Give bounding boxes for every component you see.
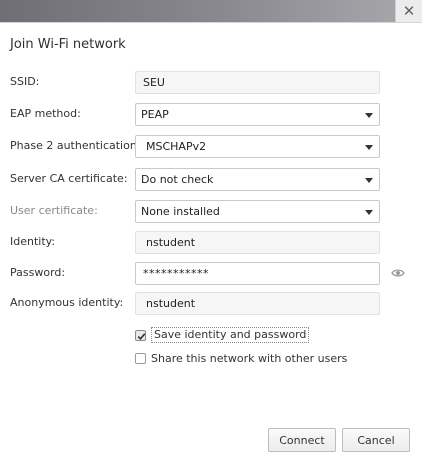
identity-input[interactable]: nstudent [135, 231, 380, 254]
identity-label: Identity: [10, 235, 56, 248]
dialog-title: Join Wi-Fi network [10, 37, 126, 52]
eap-method-select[interactable]: PEAP [135, 103, 380, 126]
phase2-auth-value: MSCHAPv2 [146, 140, 207, 153]
ssid-input[interactable]: SEU [135, 71, 380, 94]
user-cert-value: None installed [141, 205, 220, 218]
close-button[interactable]: ✕ [395, 0, 422, 22]
window-titlebar: ✕ [0, 0, 422, 23]
user-cert-label: User certificate: [10, 204, 98, 217]
password-input[interactable]: *********** [135, 262, 380, 285]
server-ca-label: Server CA certificate: [10, 172, 128, 185]
share-network-checkbox[interactable] [135, 352, 146, 364]
cancel-button[interactable]: Cancel [342, 428, 410, 452]
chevron-down-icon [365, 178, 373, 183]
chevron-down-icon [365, 145, 373, 150]
phase2-auth-select[interactable]: MSCHAPv2 [135, 135, 380, 158]
ssid-label: SSID: [10, 75, 40, 88]
chevron-down-icon [365, 113, 373, 118]
phase2-auth-label: Phase 2 authentication: [10, 139, 141, 152]
eap-method-value: PEAP [141, 108, 169, 121]
server-ca-value: Do not check [141, 173, 214, 186]
user-cert-select[interactable]: None installed [135, 200, 380, 223]
save-identity-checkbox[interactable] [135, 329, 146, 341]
share-network-checkbox-row[interactable]: Share this network with other users [135, 350, 347, 366]
anonymous-identity-input[interactable]: nstudent [135, 292, 380, 315]
share-network-label: Share this network with other users [151, 351, 348, 365]
close-icon: ✕ [402, 1, 416, 20]
save-identity-label: Save identity and password [151, 327, 310, 343]
connect-button[interactable]: Connect [268, 428, 336, 452]
checkmark-icon [137, 332, 146, 340]
eye-icon[interactable] [391, 266, 405, 280]
password-label: Password: [10, 266, 66, 279]
anonymous-identity-label: Anonymous identity: [10, 296, 124, 309]
save-identity-checkbox-row[interactable]: Save identity and password [135, 327, 310, 343]
server-ca-select[interactable]: Do not check [135, 168, 380, 191]
chevron-down-icon [365, 210, 373, 215]
eap-method-label: EAP method: [10, 107, 81, 120]
